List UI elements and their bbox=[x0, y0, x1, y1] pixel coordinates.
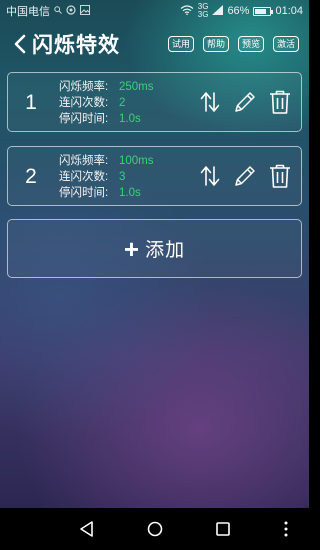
count-label: 连闪次数: bbox=[59, 97, 109, 109]
image-icon bbox=[80, 5, 90, 17]
signal-indicator: 3G 3G bbox=[198, 3, 209, 19]
preview-button[interactable]: 预览 bbox=[237, 36, 264, 52]
pencil-icon[interactable] bbox=[232, 163, 258, 189]
sort-arrows-icon[interactable] bbox=[197, 163, 223, 189]
help-button[interactable]: 帮助 bbox=[202, 36, 229, 52]
frequency-label: 闪烁频率: bbox=[59, 81, 109, 93]
nav-menu-icon[interactable] bbox=[276, 519, 296, 539]
effect-params: 闪烁频率: 100ms 连闪次数: 3 停闪时间: 1.0s bbox=[59, 153, 154, 201]
status-bar: 中国电信 3G 3G 66% 01:04 bbox=[0, 0, 309, 22]
effect-index: 1 bbox=[25, 91, 37, 114]
carrier-name: 中国电信 bbox=[6, 6, 50, 18]
trash-icon[interactable] bbox=[267, 163, 293, 189]
chevron-left-icon[interactable] bbox=[12, 32, 28, 56]
effect-actions bbox=[197, 163, 293, 189]
count-value: 3 bbox=[119, 171, 126, 183]
screen-background: 中国电信 3G 3G 66% 01:04 闪烁特效 试用 帮助 预览 激活 1 … bbox=[0, 0, 309, 508]
interval-label: 停闪时间: bbox=[59, 113, 109, 125]
effect-actions bbox=[197, 89, 293, 115]
count-label: 连闪次数: bbox=[59, 171, 109, 183]
battery-icon bbox=[253, 6, 274, 16]
add-button-label: 添加 bbox=[145, 240, 186, 261]
effect-item[interactable]: 2 闪烁频率: 100ms 连闪次数: 3 停闪时间: 1.0s bbox=[7, 146, 302, 206]
battery-percent: 66% bbox=[227, 5, 250, 17]
system-nav-bar bbox=[0, 508, 309, 550]
effect-params: 闪烁频率: 250ms 连闪次数: 2 停闪时间: 1.0s bbox=[59, 79, 154, 127]
add-effect-button[interactable]: + 添加 bbox=[7, 219, 302, 278]
nav-back-icon[interactable] bbox=[77, 519, 97, 539]
sort-arrows-icon[interactable] bbox=[197, 89, 223, 115]
count-value: 2 bbox=[119, 97, 126, 109]
interval-label: 停闪时间: bbox=[59, 187, 109, 199]
wifi-icon bbox=[180, 4, 194, 18]
nav-home-icon[interactable] bbox=[145, 519, 165, 539]
effect-index: 2 bbox=[25, 165, 37, 188]
trial-button[interactable]: 试用 bbox=[167, 36, 194, 52]
pencil-icon[interactable] bbox=[232, 89, 258, 115]
interval-value: 1.0s bbox=[119, 187, 141, 199]
title-bar: 闪烁特效 试用 帮助 预览 激活 bbox=[0, 24, 309, 64]
trash-icon[interactable] bbox=[267, 89, 293, 115]
settings-icon bbox=[66, 5, 76, 17]
interval-value: 1.0s bbox=[119, 113, 141, 125]
frequency-value: 100ms bbox=[119, 155, 154, 167]
frequency-label: 闪烁频率: bbox=[59, 155, 109, 167]
page-title: 闪烁特效 bbox=[32, 34, 120, 57]
signal-bars-icon bbox=[212, 4, 224, 18]
network-type-2: 3G bbox=[197, 10, 209, 19]
effect-item[interactable]: 1 闪烁频率: 250ms 连闪次数: 2 停闪时间: 1.0s bbox=[7, 72, 302, 132]
frequency-value: 250ms bbox=[119, 81, 154, 93]
header-actions: 试用 帮助 预览 激活 bbox=[167, 36, 309, 52]
plus-icon: + bbox=[123, 233, 140, 264]
clock: 01:04 bbox=[275, 5, 303, 17]
search-icon bbox=[54, 6, 62, 16]
activate-button[interactable]: 激活 bbox=[272, 36, 299, 52]
nav-recents-icon[interactable] bbox=[213, 519, 233, 539]
